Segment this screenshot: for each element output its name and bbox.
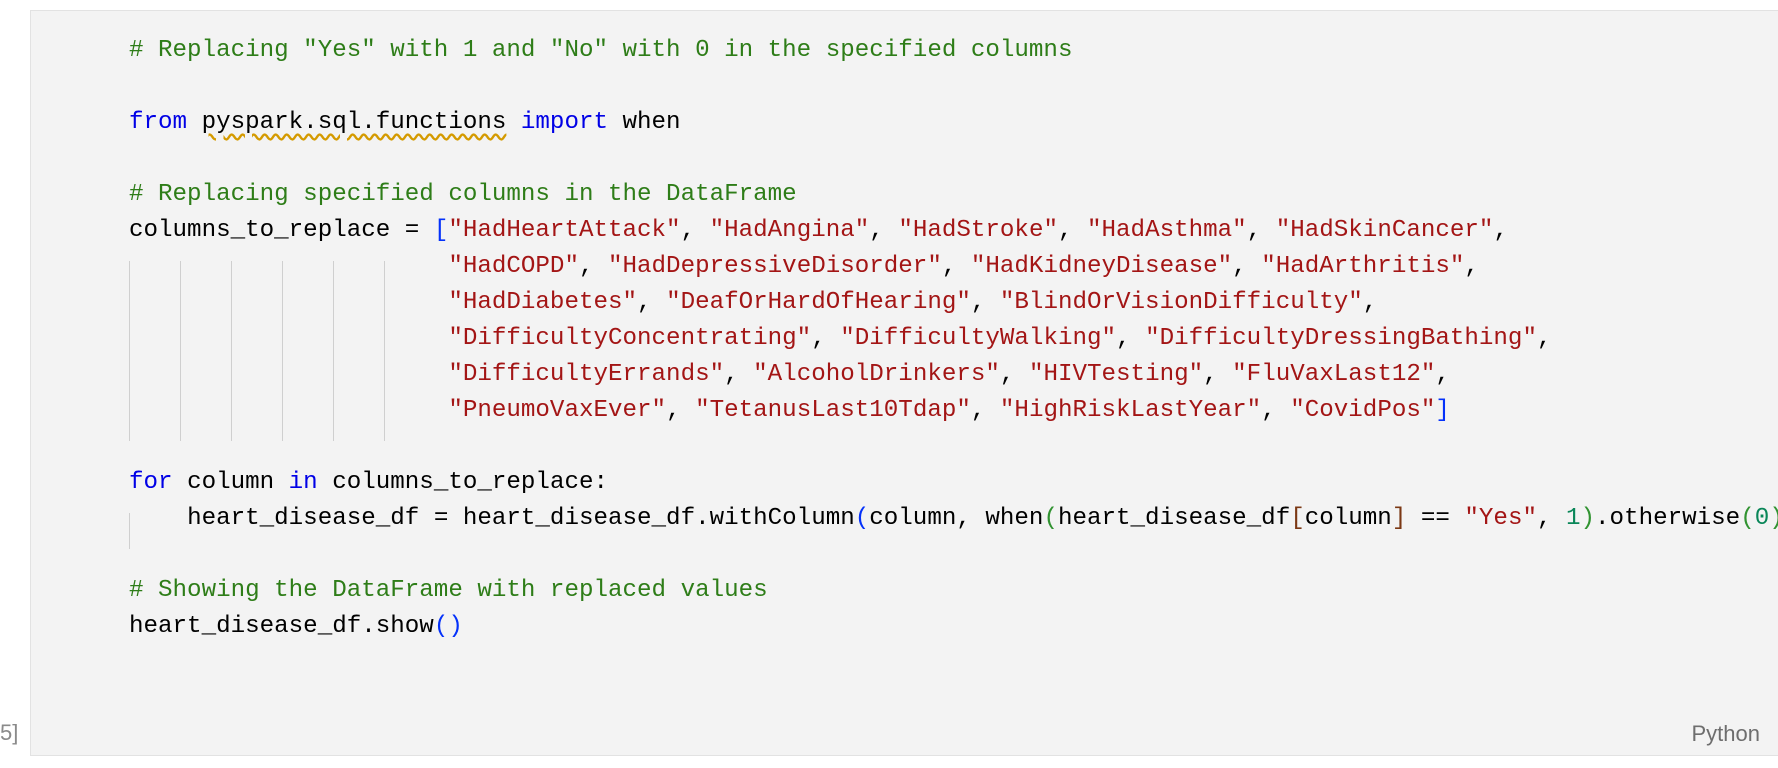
- keyword-for: for: [129, 469, 173, 496]
- code-token: ==: [1406, 505, 1465, 532]
- column-string: "HadAsthma": [1087, 217, 1247, 244]
- column-string: "DeafOrHardOfHearing": [666, 289, 971, 316]
- code-token: 0: [1754, 505, 1770, 532]
- comment-header: # Replacing "Yes" with 1 and "No" with 0…: [129, 37, 1073, 64]
- column-string: "HadKidneyDisease": [970, 253, 1233, 280]
- column-string: "HadAngina": [709, 217, 870, 244]
- column-string: "PneumoVaxEver": [448, 397, 667, 424]
- columns-line-5: "DifficultyErrands", "AlcoholDrinkers", …: [448, 361, 1450, 388]
- column-string: "AlcoholDrinkers": [753, 361, 1000, 388]
- columns-line-4: "DifficultyConcentrating", "DifficultyWa…: [448, 325, 1552, 352]
- column-string: "DifficultyWalking": [840, 325, 1117, 352]
- column-string: "TetanusLast10Tdap": [695, 397, 971, 424]
- code-token: column, when: [869, 505, 1044, 532]
- column-string: "DifficultyConcentrating": [448, 325, 812, 352]
- code-cell[interactable]: # Replacing "Yes" with 1 and "No" with 0…: [30, 10, 1778, 756]
- column-string: "HadStroke": [898, 217, 1058, 244]
- comment-show: # Showing the DataFrame with replaced va…: [129, 577, 768, 604]
- code-token: heart_disease_df.show: [129, 613, 434, 640]
- loop-body-line: heart_disease_df = heart_disease_df.with…: [187, 505, 1778, 532]
- language-selector[interactable]: Python: [1692, 721, 1761, 747]
- column-string: "DifficultyErrands": [448, 361, 725, 388]
- columns-line-3: "HadDiabetes", "DeafOrHardOfHearing", "B…: [448, 289, 1378, 316]
- column-string: "CovidPos": [1290, 397, 1436, 424]
- column-string: "HadSkinCancer": [1275, 217, 1494, 244]
- column-string: "HadHeartAttack": [448, 217, 681, 244]
- import-line: from pyspark.sql.functions import when: [129, 105, 1778, 141]
- column-string: "DifficultyDressingBathing": [1145, 325, 1537, 352]
- column-string: "FluVaxLast12": [1232, 361, 1436, 388]
- columns-line-1: columns_to_replace = ["HadHeartAttack", …: [129, 217, 1508, 244]
- module-name: pyspark.sql.functions: [201, 109, 507, 136]
- show-line: heart_disease_df.show(): [129, 613, 463, 640]
- column-string: "HadDepressiveDisorder": [608, 253, 942, 280]
- execution-count: 5]: [0, 720, 19, 745]
- code-token: .otherwise: [1595, 505, 1741, 532]
- assign-prefix: columns_to_replace =: [129, 217, 434, 244]
- column-string: "BlindOrVisionDifficulty": [999, 289, 1363, 316]
- code-token: "Yes": [1464, 505, 1537, 532]
- code-token: heart_disease_df: [1057, 505, 1291, 532]
- column-string: "HadArthritis": [1261, 253, 1465, 280]
- code-token: column: [1304, 505, 1392, 532]
- column-string: "HIVTesting": [1028, 361, 1204, 388]
- keyword-from: from: [129, 109, 188, 136]
- keyword-in: in: [288, 469, 318, 496]
- columns-line-2: "HadCOPD", "HadDepressiveDisorder", "Had…: [448, 253, 1479, 280]
- code-token: 1: [1566, 505, 1581, 532]
- imported-name: when: [622, 109, 681, 136]
- keyword-import: import: [520, 109, 608, 136]
- code-editor[interactable]: # Replacing "Yes" with 1 and "No" with 0…: [129, 33, 1778, 645]
- columns-line-6: "PneumoVaxEver", "TetanusLast10Tdap", "H…: [448, 397, 1450, 424]
- for-line: for column in columns_to_replace:: [129, 465, 1778, 501]
- code-token: heart_disease_df = heart_disease_df.with…: [187, 505, 855, 532]
- comment-replace: # Replacing specified columns in the Dat…: [129, 181, 797, 208]
- loop-variable: column: [187, 469, 275, 496]
- column-string: "HadDiabetes": [448, 289, 638, 316]
- loop-iterable: columns_to_replace:: [332, 469, 609, 496]
- column-string: "HadCOPD": [448, 253, 579, 280]
- column-string: "HighRiskLastYear": [999, 397, 1262, 424]
